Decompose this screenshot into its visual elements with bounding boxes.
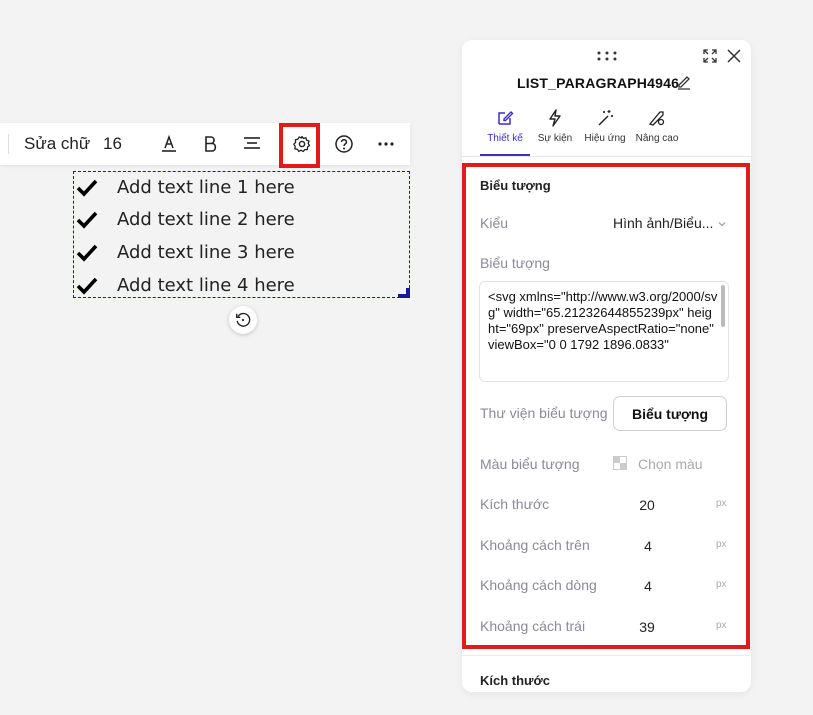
list-item-text: Add text line 2 here <box>117 208 295 230</box>
rotate-icon <box>236 312 251 327</box>
tab-advanced[interactable]: Nâng cao <box>630 108 684 144</box>
resize-handle[interactable] <box>406 288 410 298</box>
checkmark-icon <box>76 244 98 262</box>
properties-panel: LIST_PARAGRAPH4946 Thiết kế Sự kiện Hiệu… <box>462 40 751 692</box>
element-title: LIST_PARAGRAPH4946 <box>517 75 680 91</box>
divider <box>462 655 751 656</box>
lightning-icon <box>549 109 561 127</box>
design-icon <box>498 111 514 125</box>
checkmark-icon <box>76 277 98 295</box>
expand-icon[interactable] <box>702 48 718 64</box>
list-item-text: Add text line 4 here <box>117 274 295 296</box>
panel-tabs: Thiết kế Sự kiện Hiệu ứng Nâng cao <box>480 108 684 144</box>
list-item: Add text line 3 here <box>74 237 295 267</box>
text-toolbar: Sửa chữ 16 <box>0 123 410 165</box>
list-item-text: Add text line 1 here <box>117 176 295 198</box>
bold-icon[interactable] <box>197 131 223 157</box>
tab-design[interactable]: Thiết kế <box>480 108 530 144</box>
toolbar-divider <box>8 134 9 154</box>
tab-effects[interactable]: Hiệu ứng <box>580 108 630 144</box>
align-center-icon[interactable] <box>239 131 265 157</box>
rotate-button[interactable] <box>229 306 257 334</box>
font-size-input[interactable]: 16 <box>103 134 122 154</box>
checkmark-icon <box>76 211 98 229</box>
tab-events[interactable]: Sự kiện <box>530 108 580 144</box>
drag-handle-icon[interactable] <box>596 50 618 62</box>
text-color-icon[interactable] <box>156 131 182 157</box>
advanced-settings-icon <box>648 111 665 126</box>
close-icon[interactable] <box>727 49 741 63</box>
more-icon[interactable] <box>373 131 399 157</box>
list-item: Add text line 1 here <box>74 172 295 202</box>
list-item: Add text line 4 here <box>74 270 295 300</box>
magic-wand-icon <box>598 110 613 126</box>
edit-name-icon[interactable] <box>676 74 692 90</box>
divider <box>462 156 751 157</box>
section-highlight <box>462 163 750 649</box>
list-paragraph-element[interactable]: Add text line 1 here Add text line 2 her… <box>73 171 410 298</box>
section-heading: Kích thước <box>480 673 550 688</box>
list-item-text: Add text line 3 here <box>117 241 295 263</box>
list-item: Add text line 2 here <box>74 204 295 234</box>
checkmark-icon <box>76 179 98 197</box>
help-icon[interactable] <box>331 131 357 157</box>
edit-text-button[interactable]: Sửa chữ <box>24 134 90 154</box>
settings-highlight <box>279 123 320 168</box>
